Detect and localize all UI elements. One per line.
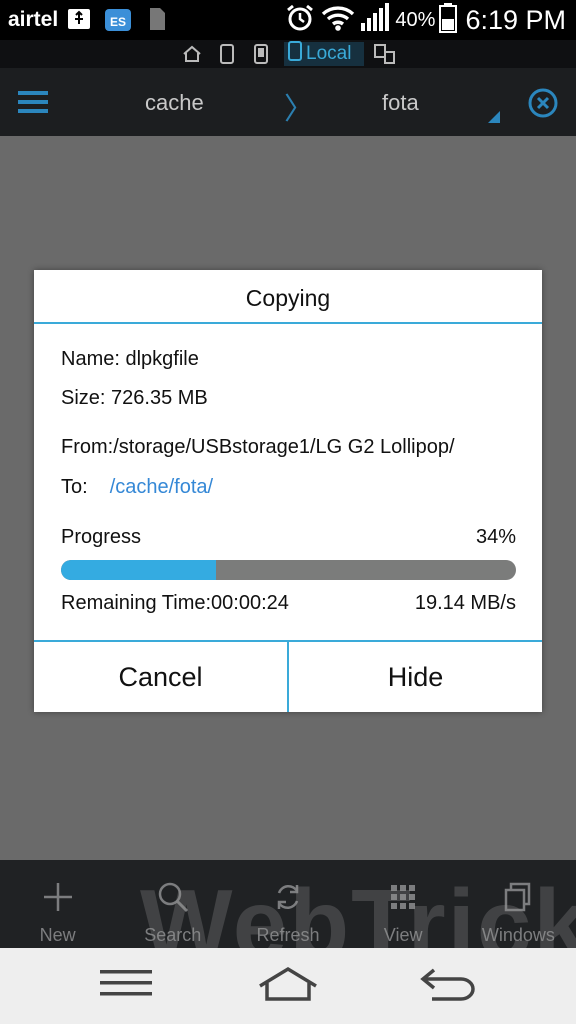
signal-icon: [359, 2, 391, 38]
nav-back-icon[interactable]: [420, 966, 478, 1007]
plus-icon: [41, 880, 75, 919]
hide-button[interactable]: Hide: [289, 642, 542, 712]
nav-home-icon[interactable]: [257, 966, 319, 1007]
tablet-icon[interactable]: [253, 44, 269, 69]
progress-percent: 34%: [475, 526, 516, 548]
new-button[interactable]: New: [0, 860, 115, 948]
network-icon[interactable]: [374, 44, 396, 69]
nav-menu-icon[interactable]: [100, 966, 152, 1005]
breadcrumb-cache[interactable]: cache: [145, 90, 204, 116]
dialog-title: Copying: [34, 270, 542, 324]
local-storage-icon: [288, 41, 302, 67]
home-icon[interactable]: [182, 44, 202, 69]
local-label: Local: [306, 43, 352, 64]
dialog-buttons: Cancel Hide: [34, 640, 542, 712]
svg-text:ES: ES: [110, 15, 126, 29]
carrier-name: airtel: [8, 8, 59, 31]
cancel-button[interactable]: Cancel: [34, 642, 287, 712]
wifi-icon: [321, 4, 355, 37]
destination-path: /cache/fota/: [109, 476, 214, 498]
battery-percent: 40%: [395, 8, 436, 31]
file-size: Size: 726.35 MB: [61, 387, 208, 409]
sim-icon: [146, 6, 168, 37]
dropdown-icon[interactable]: [488, 110, 500, 128]
battery-icon: [439, 2, 458, 38]
progress-label: Progress: [61, 526, 142, 548]
copy-dialog: Copying Name: dlpkgfile Size: 726.35 MB …: [34, 270, 542, 712]
progress-bar-fill: [61, 560, 216, 580]
path-header: cache 〉 fota: [0, 68, 576, 136]
location-bar: Local: [0, 40, 576, 68]
phone-icon[interactable]: [219, 44, 235, 69]
remaining-time: Remaining Time:00:00:24: [61, 592, 289, 614]
clock: 6:19 PM: [465, 4, 566, 35]
local-tab[interactable]: Local: [284, 41, 364, 67]
progress-bar: [61, 560, 516, 580]
breadcrumb-fota[interactable]: fota: [382, 90, 419, 116]
navigation-bar: [0, 948, 576, 1024]
new-label: New: [39, 925, 76, 945]
es-app-icon: ES: [104, 6, 132, 39]
to-label: To:: [61, 476, 88, 498]
destination-row: To: /cache/fota/: [61, 476, 213, 499]
usb-icon: [66, 6, 92, 37]
status-bar: airtel ES 40% 6:19 PM: [0, 0, 576, 40]
file-name: Name: dlpkgfile: [61, 348, 199, 370]
menu-icon[interactable]: [18, 90, 48, 119]
breadcrumb-separator: 〉: [284, 93, 314, 126]
transfer-speed: 19.14 MB/s: [414, 592, 516, 614]
source-path: From:/storage/USBstorage1/LG G2 Lollipop…: [61, 436, 455, 458]
close-icon[interactable]: [528, 88, 558, 118]
alarm-icon: [285, 3, 315, 38]
